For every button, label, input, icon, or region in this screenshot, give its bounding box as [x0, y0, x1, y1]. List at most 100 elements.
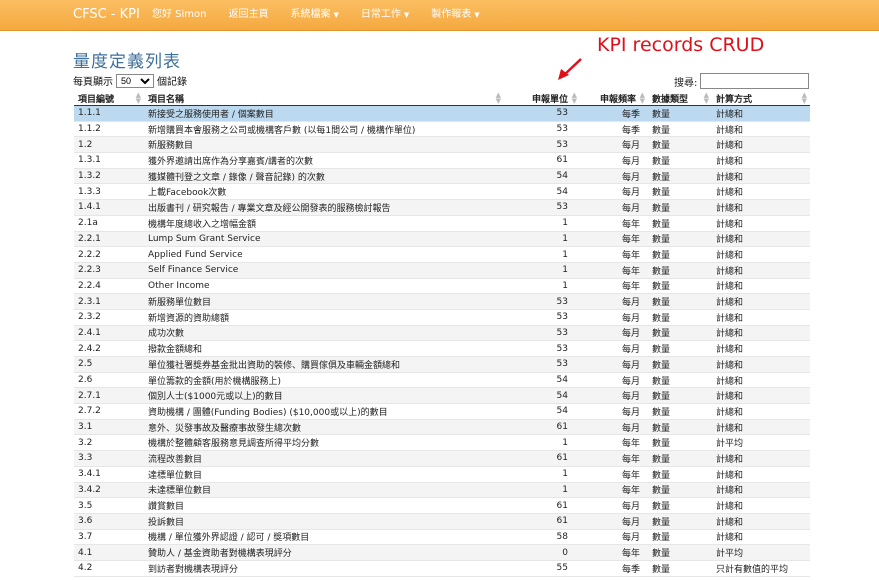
table-row[interactable]: 3.2 機構於整體顧客服務意見調查所得平均分數 1 每年 數量 計平均 — [74, 434, 810, 452]
table-row[interactable]: 2.2.4 Other Income 1 每年 數量 計總和 — [74, 278, 810, 295]
column-header-frequency[interactable]: 申報頻率 ▲ ▼ — [580, 91, 648, 106]
table-row[interactable]: 3.3 流程改善數目 61 每年 數量 計總和 — [74, 450, 810, 467]
cell-unit: 53 — [504, 105, 580, 122]
cell-frequency: 每月 — [580, 513, 648, 530]
cell-calc-method: 計總和 — [712, 482, 810, 499]
column-header-data-type[interactable]: 數據類型 ▲ ▼ — [648, 91, 712, 106]
cell-code: 2.4.1 — [74, 325, 144, 342]
cell-data-type: 數量 — [648, 231, 712, 248]
cell-calc-method: 計總和 — [712, 403, 810, 420]
cell-code: 3.4.1 — [74, 466, 144, 483]
cell-calc-method: 計總和 — [712, 419, 810, 436]
cell-frequency: 每月 — [580, 356, 648, 373]
table-row[interactable]: 1.4.1 出版書刊 / 研究報告 / 專業文章及經公開發表的服務檢討報告 53 每月… — [74, 199, 810, 216]
table-row[interactable]: 2.3.1 新服務單位數目 53 每月 數量 計總和 — [74, 293, 810, 310]
table-row[interactable]: 1.3.2 獲媒體刊登之文章 / 錄像 / 聲音記錄) 的次數 54 每月 數量 計總和 — [74, 168, 810, 185]
cell-data-type: 數量 — [648, 215, 712, 232]
table-row[interactable]: 2.2.3 Self Finance Service 1 每年 數量 計總和 — [74, 262, 810, 279]
column-header-unit[interactable]: 申報單位 ▲ ▼ — [504, 91, 580, 106]
cell-data-type: 數量 — [648, 497, 712, 514]
column-header-name[interactable]: 項目名稱 ▲ ▼ — [144, 91, 504, 106]
table-row[interactable]: 3.4.1 達標單位數目 1 每年 數量 計總和 — [74, 466, 810, 483]
table-row[interactable]: 4.1 贊助人 / 基金資助者對機構表現評分 0 每年 數量 計平均 — [74, 544, 810, 561]
page-length-select[interactable]: 50 — [116, 73, 154, 88]
table-row[interactable]: 3.4.2 未達標單位數目 1 每年 數量 計總和 — [74, 482, 810, 499]
table-row[interactable]: 2.6 單位籌款的金額(用於機構服務上) 54 每月 數量 計總和 — [74, 372, 810, 389]
nav-reports-menu[interactable]: 製作報表 ▼ — [431, 0, 479, 30]
search-input[interactable] — [700, 73, 810, 89]
cell-frequency: 每年 — [580, 246, 648, 263]
cell-code: 1.3.1 — [74, 152, 144, 169]
table-row[interactable]: 1.1.1 新接受之服務使用者 / 個案數目 53 每季 數量 計總和 — [74, 105, 810, 122]
cell-calc-method: 計總和 — [712, 325, 810, 342]
table-row[interactable]: 2.7.2 資助機構 / 團體(Funding Bodies) ($10,000或… — [74, 403, 810, 420]
table-row[interactable]: 3.7 機構 / 單位獲外界認證 / 認可 / 獎項數目 58 每月 數量 計總和 — [74, 529, 810, 546]
cell-calc-method: 計總和 — [712, 183, 810, 201]
cell-calc-method: 計總和 — [712, 152, 810, 169]
cell-name: 新服務數目 — [144, 136, 504, 154]
cell-data-type: 數量 — [648, 325, 712, 342]
cell-unit: 1 — [504, 434, 580, 452]
table-row[interactable]: 3.6 投訴數目 61 每月 數量 計總和 — [74, 513, 810, 530]
cell-frequency: 每年 — [580, 482, 648, 499]
cell-unit: 61 — [504, 450, 580, 467]
cell-data-type: 數量 — [648, 450, 712, 467]
cell-data-type: 數量 — [648, 246, 712, 263]
nav-system-files-menu[interactable]: 系統檔案 ▼ — [291, 0, 339, 30]
cell-unit: 53 — [504, 309, 580, 326]
table-row[interactable]: 2.4.1 成功次數 53 每月 數量 計總和 — [74, 325, 810, 342]
cell-name: 出版書刊 / 研究報告 / 專業文章及經公開發表的服務檢討報告 — [144, 199, 504, 216]
cell-unit: 61 — [504, 419, 580, 436]
column-header-code[interactable]: 項目編號 ▲ ▼ — [74, 91, 144, 106]
cell-calc-method: 計總和 — [712, 168, 810, 185]
cell-calc-method: 計總和 — [712, 105, 810, 122]
kpi-table: 項目編號 ▲ ▼ 項目名稱 ▲ ▼ 申報單位 ▲ ▼ 申報頻率 ▲ ▼ 數據類型 ▲ ▼ 計算方式 ▲… — [74, 91, 810, 577]
cell-frequency: 每年 — [580, 450, 648, 467]
table-header-row: 項目編號 ▲ ▼ 項目名稱 ▲ ▼ 申報單位 ▲ ▼ 申報頻率 ▲ ▼ 數據類型 ▲ ▼ 計算方式 ▲… — [74, 91, 810, 106]
cell-calc-method: 計總和 — [712, 466, 810, 483]
cell-frequency: 每月 — [580, 340, 648, 357]
cell-calc-method: 計總和 — [712, 136, 810, 154]
table-row[interactable]: 2.2.2 Applied Fund Service 1 每年 數量 計總和 — [74, 246, 810, 263]
cell-frequency: 每月 — [580, 529, 648, 546]
table-row[interactable]: 2.4.2 撥款金額總和 53 每月 數量 計總和 — [74, 340, 810, 357]
nav-menu: 您好 Simon 返回主頁 系統檔案 ▼ 日常工作 ▼ 製作報表 ▼ — [152, 0, 502, 30]
table-row[interactable]: 1.2 新服務數目 53 每月 數量 計總和 — [74, 136, 810, 154]
table-row[interactable]: 2.3.2 新增資源的資助總額 53 每月 數量 計總和 — [74, 309, 810, 326]
cell-code: 3.2 — [74, 434, 144, 452]
table-row[interactable]: 2.5 單位獲社署獎券基金批出資助的裝修、購買傢俱及車輛金額總和 53 每月 數量 計總和 — [74, 356, 810, 373]
cell-name: 贊助人 / 基金資助者對機構表現評分 — [144, 544, 504, 561]
cell-frequency: 每月 — [580, 387, 648, 405]
cell-unit: 53 — [504, 340, 580, 357]
nav-user-greeting[interactable]: 您好 Simon — [152, 0, 207, 30]
cell-calc-method: 計總和 — [712, 231, 810, 248]
cell-name: 未達標單位數目 — [144, 482, 504, 499]
cell-calc-method: 計總和 — [712, 278, 810, 295]
cell-name: Other Income — [144, 278, 504, 295]
cell-data-type: 數量 — [648, 340, 712, 357]
table-row[interactable]: 3.5 讚賞數目 61 每月 數量 計總和 — [74, 497, 810, 514]
table-row[interactable]: 1.3.3 上載Facebook次數 54 每月 數量 計總和 — [74, 183, 810, 201]
nav-home-link[interactable]: 返回主頁 — [229, 0, 269, 30]
table-row[interactable]: 1.3.1 獲外界邀請出席作為分享嘉賓/講者的次數 61 每月 數量 計總和 — [74, 152, 810, 169]
cell-code: 2.7.2 — [74, 403, 144, 420]
cell-name: Self Finance Service — [144, 262, 504, 279]
table-row[interactable]: 3.1 意外、災發事故及醫療事故發生總次數 61 每月 數量 計總和 — [74, 419, 810, 436]
brand-link[interactable]: CFSC - KPI — [73, 7, 140, 22]
table-row[interactable]: 1.1.2 新增購買本會服務之公司或機構客戶數 (以每1間公司 / 機構作單位) 5… — [74, 121, 810, 138]
table-row[interactable]: 2.1a 機構年度總收入之增幅金額 1 每年 數量 計總和 — [74, 215, 810, 232]
cell-data-type: 數量 — [648, 482, 712, 499]
table-row[interactable]: 2.7.1 個別人士($1000元或以上)的數目 54 每月 數量 計總和 — [74, 387, 810, 405]
cell-name: 意外、災發事故及醫療事故發生總次數 — [144, 419, 504, 436]
table-row[interactable]: 2.2.1 Lump Sum Grant Service 1 每年 數量 計總和 — [74, 231, 810, 248]
nav-daily-work-menu[interactable]: 日常工作 ▼ — [361, 0, 409, 30]
column-header-calc-method[interactable]: 計算方式 ▲ ▼ — [712, 91, 810, 106]
cell-calc-method: 計總和 — [712, 513, 810, 530]
cell-frequency: 每月 — [580, 199, 648, 216]
cell-frequency: 每年 — [580, 434, 648, 452]
cell-code: 3.1 — [74, 419, 144, 436]
page-length-suffix: 個記錄 — [157, 77, 187, 88]
table-row[interactable]: 4.2 到訪者對機構表現評分 55 每季 數量 只計有數值的平均 — [74, 560, 810, 577]
cell-name: 達標單位數目 — [144, 466, 504, 483]
cell-code: 2.2.3 — [74, 262, 144, 279]
